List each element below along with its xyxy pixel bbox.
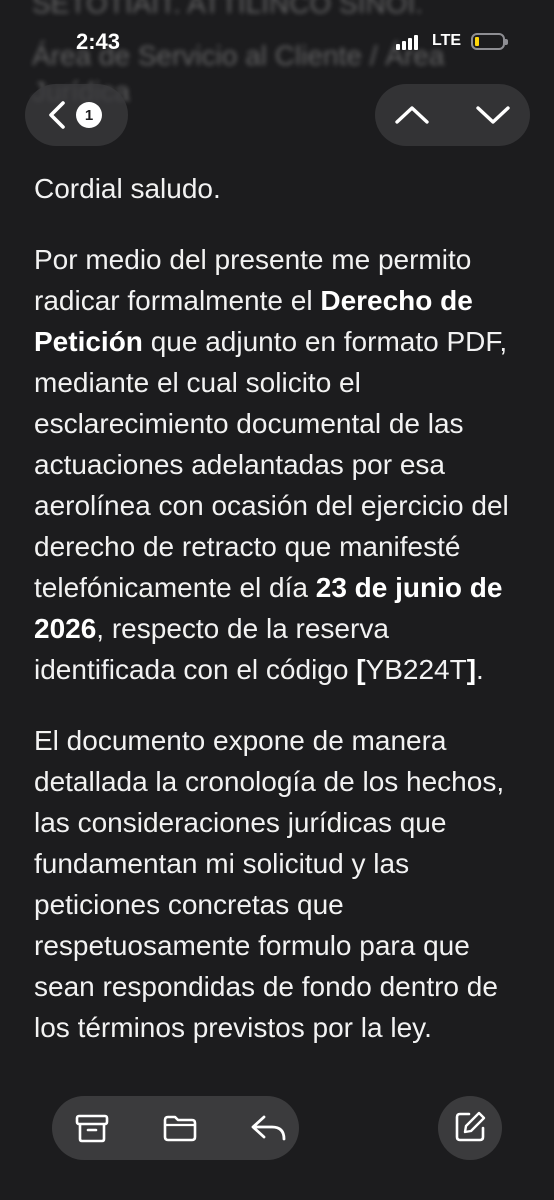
reply-icon[interactable] [248,1110,288,1146]
greeting: Cordial saludo. [34,173,221,204]
reservation-code: YB224T [365,654,467,685]
status-bar: 2:43 LTE [0,0,554,80]
paragraph-document: El documento expone de manera detallada … [34,725,505,1043]
paragraph-request: Por medio del presente me permito radica… [34,244,509,685]
compose-button[interactable] [438,1096,502,1160]
chevron-down-icon[interactable] [474,98,512,132]
compose-icon [455,1111,486,1142]
archive-icon[interactable] [72,1110,112,1146]
message-toolbar [52,1096,299,1160]
battery-level [475,37,479,46]
back-button[interactable]: 1 [25,84,128,146]
battery-icon [471,33,508,50]
network-type: LTE [432,32,462,49]
folder-icon[interactable] [160,1110,200,1146]
message-body: Cordial saludo. Por medio del presente m… [34,168,534,1078]
chevron-up-icon[interactable] [393,98,431,132]
status-time: 2:43 [76,29,121,54]
unread-count-badge: 1 [76,102,102,128]
message-navigation [375,84,530,146]
chevron-left-icon [49,101,65,129]
signal-icon [396,34,424,50]
